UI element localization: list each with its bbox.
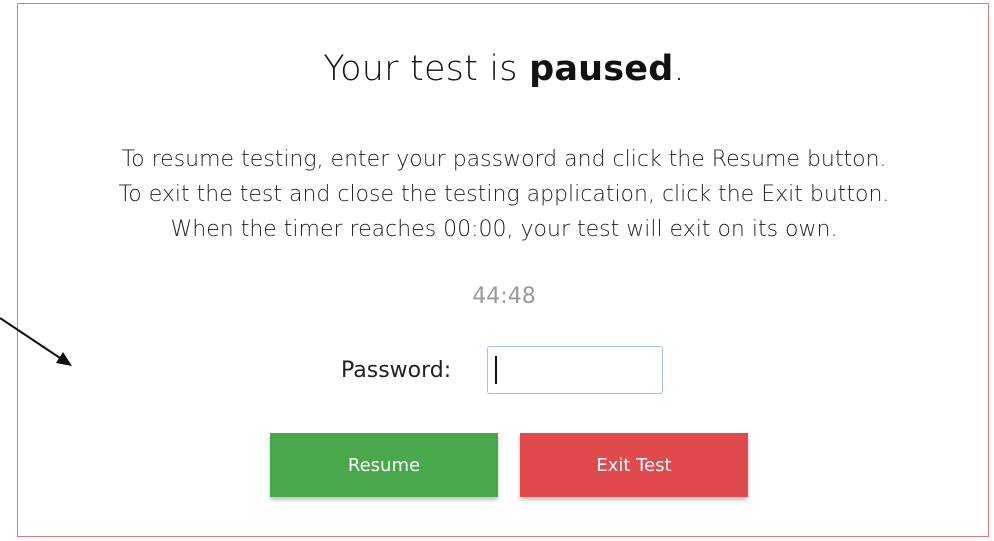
instructions: To resume testing, enter your password a… bbox=[18, 142, 990, 247]
stage: Your test is paused. To resume testing, … bbox=[0, 0, 994, 541]
countdown-timer: 44:48 bbox=[472, 284, 536, 309]
resume-button[interactable]: Resume bbox=[270, 433, 498, 497]
page-title: Your test is paused. bbox=[18, 49, 990, 89]
title-emphasis: paused bbox=[529, 49, 674, 89]
exit-test-button[interactable]: Exit Test bbox=[520, 433, 748, 497]
text-caret bbox=[495, 356, 497, 384]
title-suffix: . bbox=[673, 49, 685, 89]
password-label: Password: bbox=[341, 358, 452, 383]
title-prefix: Your test is bbox=[323, 49, 530, 89]
password-input[interactable] bbox=[487, 346, 663, 394]
instruction-line-2: To exit the test and close the testing a… bbox=[118, 182, 890, 207]
instruction-line-1: To resume testing, enter your password a… bbox=[121, 147, 887, 172]
pause-dialog: Your test is paused. To resume testing, … bbox=[17, 3, 989, 537]
instruction-line-3: When the timer reaches 00:00, your test … bbox=[170, 217, 838, 242]
